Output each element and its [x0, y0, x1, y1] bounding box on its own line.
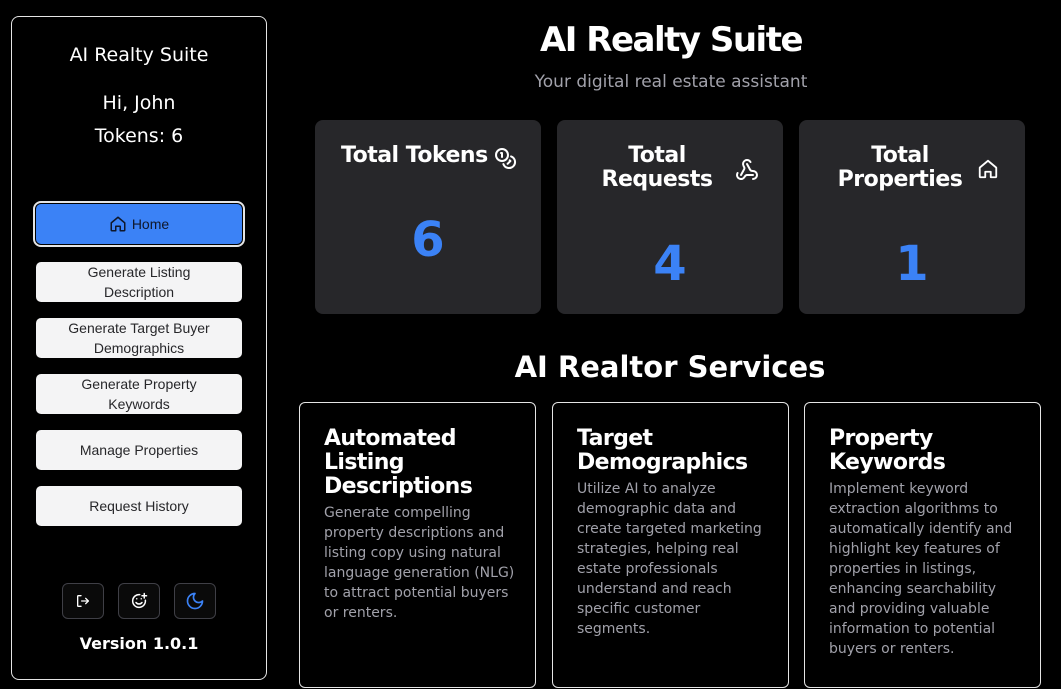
logout-button[interactable]: [62, 583, 104, 619]
nav-generate-keywords-button[interactable]: Generate Property Keywords: [36, 374, 242, 414]
page-subtitle: Your digital real estate assistant: [534, 72, 808, 92]
nav-generate-demographics-button[interactable]: Generate Target Buyer Demographics: [36, 318, 242, 358]
stat-label: Total Requests: [601, 143, 713, 192]
sidebar-title: AI Realty Suite: [69, 44, 209, 66]
service-card-keywords: Property Keywords Implement keyword extr…: [804, 402, 1041, 688]
face-plus-icon: [131, 592, 148, 609]
user-greeting: Hi, John: [102, 92, 176, 114]
stat-card-properties: Total Properties 1: [799, 120, 1025, 314]
coins-icon: [495, 148, 516, 169]
nav-manage-properties-button[interactable]: Manage Properties: [36, 430, 242, 470]
service-card-demographics: Target Demographics Utilize AI to analyz…: [552, 402, 789, 688]
service-description: Implement keyword extraction algorithms …: [829, 481, 1013, 657]
theme-toggle-button[interactable]: [174, 583, 216, 619]
page-title: AI Realty Suite: [539, 20, 804, 60]
service-description: Utilize AI to analyze demographic data a…: [577, 481, 762, 637]
services-title: AI Realtor Services: [514, 350, 826, 384]
service-card-listing: Automated Listing Descriptions Generate …: [299, 402, 536, 688]
sidebar-nav: Home Generate Listing Description Genera…: [12, 201, 266, 542]
nav-generate-listing-button[interactable]: Generate Listing Description: [36, 262, 242, 302]
stat-value: 1: [895, 236, 929, 292]
service-description: Generate compelling property description…: [324, 505, 515, 621]
nav-home-button[interactable]: Home: [33, 201, 245, 247]
moon-icon: [186, 592, 204, 610]
service-title: Property Keywords: [829, 426, 946, 475]
sidebar: AI Realty Suite Hi, John Tokens: 6 Home …: [11, 16, 267, 680]
stat-label: Total Tokens: [341, 143, 488, 168]
home-icon: [110, 216, 126, 232]
logout-icon: [77, 595, 89, 607]
stat-value: 4: [653, 236, 687, 292]
nav-request-history-button[interactable]: Request History: [36, 486, 242, 526]
token-count: Tokens: 6: [94, 125, 184, 147]
version-label: Version 1.0.1: [79, 634, 199, 653]
stat-value: 6: [411, 212, 445, 268]
stat-label: Total Properties: [837, 143, 963, 192]
sidebar-actions: [62, 583, 216, 619]
stat-card-requests: Total Requests 4: [557, 120, 783, 314]
webhook-icon: [736, 159, 758, 180]
service-title: Target Demographics: [577, 426, 748, 475]
nav-home-label: Home: [131, 216, 170, 232]
home-icon: [978, 159, 998, 179]
stat-card-tokens: Total Tokens 6: [315, 120, 541, 314]
emoji-button[interactable]: [118, 583, 160, 619]
service-title: Automated Listing Descriptions: [324, 426, 473, 499]
